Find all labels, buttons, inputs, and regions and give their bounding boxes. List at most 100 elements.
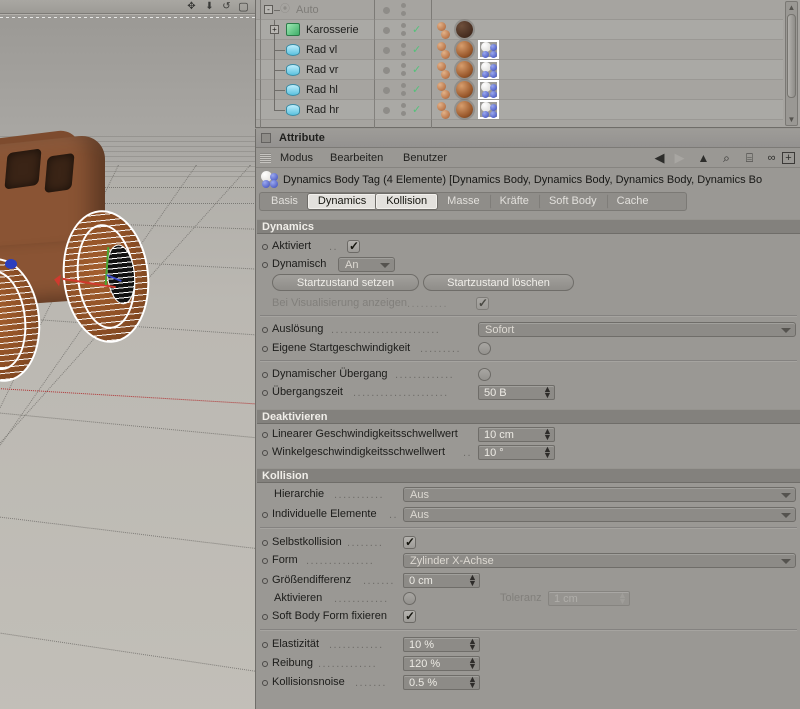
material-tag-icon[interactable] — [441, 50, 450, 59]
visibility-dot-editor[interactable] — [383, 7, 390, 14]
spinner-icon[interactable]: ▲▼ — [543, 386, 551, 400]
checkbox-soft-body-form-fixieren[interactable] — [403, 610, 416, 623]
scroll-up-icon[interactable]: ▲ — [786, 2, 797, 13]
link-icon[interactable]: ∞ — [764, 151, 779, 165]
scroll-down-icon[interactable]: ▼ — [786, 114, 797, 125]
visibility-dot-editor[interactable] — [383, 87, 390, 94]
enabled-check-icon[interactable]: ✓ — [412, 65, 421, 76]
spinner-icon[interactable]: ▲▼ — [543, 446, 551, 460]
viewport-panel[interactable]: ✥ ⬇ ↺ ▢ — [0, 0, 255, 709]
panel-menu-icon[interactable] — [261, 133, 271, 143]
visibility-dot-render2[interactable] — [401, 51, 406, 56]
visibility-dot-render[interactable] — [401, 83, 406, 88]
object-name[interactable]: Rad vr — [306, 60, 338, 80]
spinner-icon[interactable]: ▲▼ — [468, 638, 476, 652]
tab-kraefte[interactable]: Kräfte — [490, 194, 539, 209]
keyframe-dot[interactable] — [262, 614, 268, 620]
keyframe-dot[interactable] — [262, 512, 268, 518]
visibility-dot-render2[interactable] — [401, 11, 406, 16]
combo-dynamisch[interactable]: An — [338, 257, 395, 272]
dolly-icon[interactable]: ⬇ — [203, 1, 216, 13]
object-row[interactable]: Rad vl ✓ — [256, 40, 783, 60]
keyframe-dot[interactable] — [262, 327, 268, 333]
enabled-check-icon[interactable]: ✓ — [412, 25, 421, 36]
visibility-dot-render[interactable] — [401, 103, 406, 108]
spinner-icon[interactable]: ▲▼ — [468, 574, 476, 588]
tab-basis[interactable]: Basis — [261, 194, 308, 209]
checkbox-startgeschwindigkeit[interactable] — [478, 342, 491, 355]
rotate-icon[interactable]: ↺ — [220, 1, 233, 13]
combo-individuelle-elemente[interactable]: Aus — [403, 507, 796, 522]
spinner-icon[interactable]: ▲▼ — [618, 592, 626, 606]
tab-masse[interactable]: Masse — [437, 194, 489, 209]
attribute-tab-bar[interactable]: Basis Dynamics Kollision Masse Kräfte So… — [259, 192, 687, 211]
material-tag-icon[interactable] — [441, 110, 450, 119]
spinner-icon[interactable]: ▲▼ — [543, 428, 551, 442]
combo-hierarchie[interactable]: Aus — [403, 487, 796, 502]
object-name[interactable]: Rad vl — [306, 40, 337, 60]
visibility-dot-render2[interactable] — [401, 71, 406, 76]
checkbox-selbstkollision[interactable] — [403, 536, 416, 549]
up-arrow-icon[interactable]: ▲ — [696, 151, 711, 165]
field-elastizitaet[interactable]: 10 % ▲▼ — [403, 637, 480, 652]
object-name[interactable]: Auto — [296, 0, 319, 20]
scrollbar-thumb[interactable] — [787, 14, 796, 98]
keyframe-dot[interactable] — [262, 372, 268, 378]
dynamics-body-tag-icon[interactable] — [478, 60, 499, 79]
material-tag-icon[interactable] — [456, 41, 473, 58]
object-manager-scrollbar[interactable]: ▲ ▼ — [785, 1, 798, 126]
visibility-dot-render[interactable] — [401, 63, 406, 68]
tab-dynamics[interactable]: Dynamics — [308, 194, 376, 209]
spinner-icon[interactable]: ▲▼ — [468, 676, 476, 690]
keyframe-dot[interactable] — [262, 346, 268, 352]
keyframe-dot[interactable] — [262, 680, 268, 686]
combo-ausloesung[interactable]: Sofort — [478, 322, 796, 337]
keyframe-dot[interactable] — [262, 540, 268, 546]
field-kollisionsnoise[interactable]: 0.5 % ▲▼ — [403, 675, 480, 690]
object-row[interactable]: Rad vr ✓ — [256, 60, 783, 80]
keyframe-dot[interactable] — [262, 262, 268, 268]
expander-toggle[interactable]: - — [264, 5, 273, 14]
checkbox-visualisierung[interactable] — [476, 297, 489, 310]
lock-open-icon[interactable]: ⌸ — [742, 151, 757, 165]
material-tag-icon[interactable] — [441, 30, 450, 39]
menu-benutzer[interactable]: Benutzer — [399, 150, 451, 166]
visibility-dot-render[interactable] — [401, 23, 406, 28]
field-linearer-schwellwert[interactable]: 10 cm ▲▼ — [478, 427, 555, 442]
combo-form[interactable]: Zylinder X-Achse — [403, 553, 796, 568]
keyframe-dot[interactable] — [262, 244, 268, 250]
checkbox-aktivieren[interactable] — [403, 592, 416, 605]
keyframe-dot[interactable] — [262, 661, 268, 667]
object-row[interactable]: Rad hl ✓ — [256, 80, 783, 100]
axis-handle-z-secondary[interactable] — [5, 259, 17, 269]
object-row[interactable]: - ⦿ Auto — [256, 0, 783, 20]
pan-icon[interactable]: ✥ — [185, 1, 198, 13]
menu-modus[interactable]: Modus — [276, 150, 317, 166]
object-name[interactable]: Rad hl — [306, 80, 338, 100]
tab-kollision[interactable]: Kollision — [376, 194, 437, 209]
menu-bearbeiten[interactable]: Bearbeiten — [326, 150, 387, 166]
viewport-scene[interactable] — [0, 15, 255, 709]
material-tag-icon[interactable] — [456, 21, 473, 38]
visibility-dot-editor[interactable] — [383, 67, 390, 74]
checkbox-aktiviert[interactable] — [347, 240, 360, 253]
material-tag-icon[interactable] — [441, 90, 450, 99]
enabled-check-icon[interactable]: ✓ — [412, 105, 421, 116]
field-toleranz[interactable]: 1 cm ▲▼ — [548, 591, 630, 606]
visibility-dot-render2[interactable] — [401, 91, 406, 96]
material-tag-icon[interactable] — [456, 101, 473, 118]
visibility-dot-render2[interactable] — [401, 111, 406, 116]
object-manager[interactable]: - ⦿ Auto + Karosserie ✓ — [255, 0, 800, 128]
material-tag-icon[interactable] — [441, 70, 450, 79]
set-initial-state-button[interactable]: Startzustand setzen — [272, 274, 419, 291]
field-winkel-schwellwert[interactable]: 10 ° ▲▼ — [478, 445, 555, 460]
drag-grip-icon[interactable] — [260, 153, 271, 163]
plus-icon[interactable]: + — [782, 152, 795, 164]
object-row[interactable]: Rad hr ✓ — [256, 100, 783, 120]
back-arrow-icon[interactable]: ◀ — [652, 151, 667, 165]
visibility-dot-editor[interactable] — [383, 47, 390, 54]
visibility-dot-render2[interactable] — [401, 31, 406, 36]
keyframe-dot[interactable] — [262, 450, 268, 456]
keyframe-dot[interactable] — [262, 558, 268, 564]
keyframe-dot[interactable] — [262, 432, 268, 438]
